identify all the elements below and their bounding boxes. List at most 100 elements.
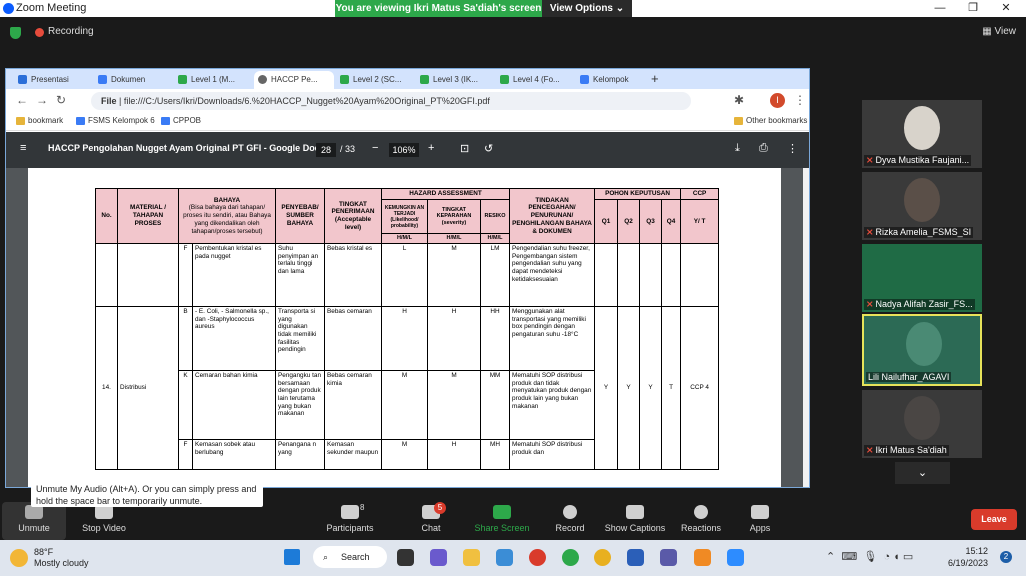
reload-icon[interactable]: ↻ [56, 93, 66, 107]
col-material: MATERIAL / TAHAPAN PROSES [117, 188, 179, 244]
hml-label: H/M/L [381, 233, 428, 244]
record-button[interactable]: Record [552, 505, 588, 533]
word-icon[interactable] [627, 549, 644, 566]
bookmarks-bar: bookmark FSMS Kelompok 6 CPPOB Other boo… [6, 113, 809, 131]
bookmark-item[interactable]: CPPOB [161, 116, 201, 125]
hamburger-menu-icon[interactable]: ≡ [20, 142, 26, 154]
system-tray[interactable]: ⌃ ⌨ 🎙 ◔ ◖ ▭ [826, 550, 913, 563]
participant-video[interactable]: ⨯ Nadya Alifah Zasir_FS... [862, 244, 982, 312]
show-captions-button[interactable]: Show Captions [603, 505, 667, 533]
page-number-input[interactable]: 28 [316, 143, 336, 157]
browser-tab[interactable]: Level 4 (Fo... [496, 71, 574, 89]
zoom-out-icon[interactable]: − [372, 142, 378, 154]
task-view-icon[interactable] [397, 549, 414, 566]
pdf-page: No. MATERIAL / TAHAPAN PROSES BAHAYA (Bis… [28, 168, 781, 487]
share-screen-button[interactable]: Share Screen [474, 505, 530, 533]
stop-video-label: Stop Video [82, 523, 126, 533]
download-icon[interactable]: ⤓ [735, 142, 740, 155]
browser-tab[interactable]: Level 2 (SC... [336, 71, 414, 89]
bookmark-label: bookmark [28, 116, 64, 125]
chrome-icon[interactable] [594, 549, 611, 566]
tab-label: Level 1 (M... [191, 75, 236, 84]
zoom-taskbar-icon[interactable] [727, 549, 744, 566]
weather-widget[interactable]: 88°F Mostly cloudy [10, 547, 89, 569]
browser-tab[interactable]: Level 1 (M... [174, 71, 252, 89]
tindakan-cell: Mematuhi SOP distribusi produk dan [509, 439, 596, 470]
col-keparahan: TINGKAT KEPARAHAN (severity) [427, 199, 481, 234]
clock[interactable]: 15:12 6/19/2023 [948, 545, 988, 569]
participant-name: ⨯ Ikri Matus Sa'diah [864, 445, 949, 456]
page-total: / 33 [340, 144, 356, 154]
extensions-icon[interactable]: ✱ [734, 93, 744, 107]
menu-dots-icon[interactable]: ⋮ [794, 93, 806, 107]
participant-video[interactable]: ⨯ Rizka Amelia_FSMS_SI [862, 172, 982, 240]
tab-favicon-icon [18, 75, 27, 84]
more-options-icon[interactable]: ⋮ [787, 142, 798, 155]
browser-tab[interactable]: Level 3 (IK... [416, 71, 494, 89]
col-resiko: RESIKO [479, 199, 511, 234]
maximize-icon[interactable]: ❐ [957, 0, 989, 17]
back-icon[interactable]: ← [16, 93, 28, 107]
forward-icon[interactable]: → [36, 93, 48, 107]
new-tab-icon[interactable]: + [651, 71, 659, 86]
rotate-icon[interactable]: ↺ [484, 142, 493, 155]
tingkat-cell: Bebas kristal es [324, 243, 382, 307]
fit-page-icon[interactable]: ⊡ [460, 142, 469, 155]
pdf-viewport[interactable]: No. MATERIAL / TAHAPAN PROSES BAHAYA (Bis… [6, 168, 809, 487]
reactions-button[interactable]: Reactions [680, 505, 722, 533]
print-icon[interactable]: ⎙ [759, 142, 768, 155]
url-field[interactable]: File | file:///C:/Users/Ikri/Downloads/6… [91, 92, 691, 110]
view-options-button[interactable]: View Options ⌄ [542, 0, 632, 17]
stop-video-button[interactable]: Stop Video [78, 505, 130, 533]
zoom-level[interactable]: 106% [389, 143, 419, 157]
penyebab-cell: Suhu penyimpan an terlalu tinggi dan lam… [275, 243, 325, 307]
scroll-participants-button[interactable]: ⌄ [895, 462, 950, 484]
profile-avatar[interactable]: I [770, 93, 785, 108]
likelihood-cell: L [381, 243, 428, 307]
bookmark-item[interactable]: bookmark [16, 116, 63, 125]
participant-video[interactable]: ⨯ Ikri Matus Sa'diah [862, 390, 982, 458]
leave-button[interactable]: Leave [971, 509, 1017, 530]
tab-label: Level 3 (IK... [433, 75, 478, 84]
browser-tab[interactable]: Dokumen [94, 71, 172, 89]
app-icon[interactable] [694, 549, 711, 566]
other-bookmarks[interactable]: Other bookmarks [734, 116, 807, 125]
zoom-in-icon[interactable]: + [428, 142, 434, 154]
risk-cell: MH [479, 439, 511, 470]
browser-tab-active[interactable]: HACCP Pe... [254, 71, 334, 89]
material-cell: Distribusi [117, 306, 179, 470]
app-icon[interactable] [660, 549, 677, 566]
participant-video[interactable]: ⨯ Dyva Mustika Faujani... [862, 100, 982, 168]
minimize-icon[interactable]: — [924, 0, 956, 17]
apps-button[interactable]: Apps [746, 505, 774, 533]
close-icon[interactable]: ✕ [990, 0, 1022, 17]
shield-icon[interactable] [10, 27, 21, 39]
teams-icon[interactable] [430, 549, 447, 566]
view-button[interactable]: ▦ View [982, 26, 1016, 37]
recording-label: Recording [48, 26, 94, 37]
bookmark-item[interactable]: FSMS Kelompok 6 [76, 116, 155, 125]
pdf-scrollbar[interactable] [803, 168, 809, 487]
participants-button[interactable]: Participants [322, 505, 378, 533]
clock-date: 6/19/2023 [948, 558, 989, 568]
q1-cell: Y [594, 306, 619, 470]
other-bookmarks-label: Other bookmarks [746, 116, 808, 125]
notification-badge[interactable]: 2 [1000, 551, 1012, 563]
file-explorer-icon[interactable] [463, 549, 480, 566]
tab-favicon-icon [580, 75, 589, 84]
opera-icon[interactable] [529, 549, 546, 566]
bahaya-cell: - E. Coli, - Salmonella sp., dan -Staphy… [192, 306, 276, 371]
browser-tab[interactable]: Kelompok [576, 71, 646, 89]
browser-tab[interactable]: Presentasi [14, 71, 92, 89]
windows-start-icon[interactable] [284, 549, 300, 565]
taskbar-search[interactable]: ⌕ Search [313, 546, 387, 568]
tab-favicon-icon [500, 75, 509, 84]
bookmark-label: CPPOB [173, 116, 202, 125]
apps-label: Apps [749, 523, 771, 533]
participant-video-active-speaker[interactable]: Lili Nailufhar_AGAVI [862, 314, 982, 386]
unmute-button[interactable]: Unmute [14, 505, 54, 533]
store-icon[interactable] [496, 549, 513, 566]
tab-favicon-icon [258, 75, 267, 84]
chrome-profile-icon[interactable] [562, 549, 579, 566]
likelihood-cell: M [381, 370, 428, 440]
